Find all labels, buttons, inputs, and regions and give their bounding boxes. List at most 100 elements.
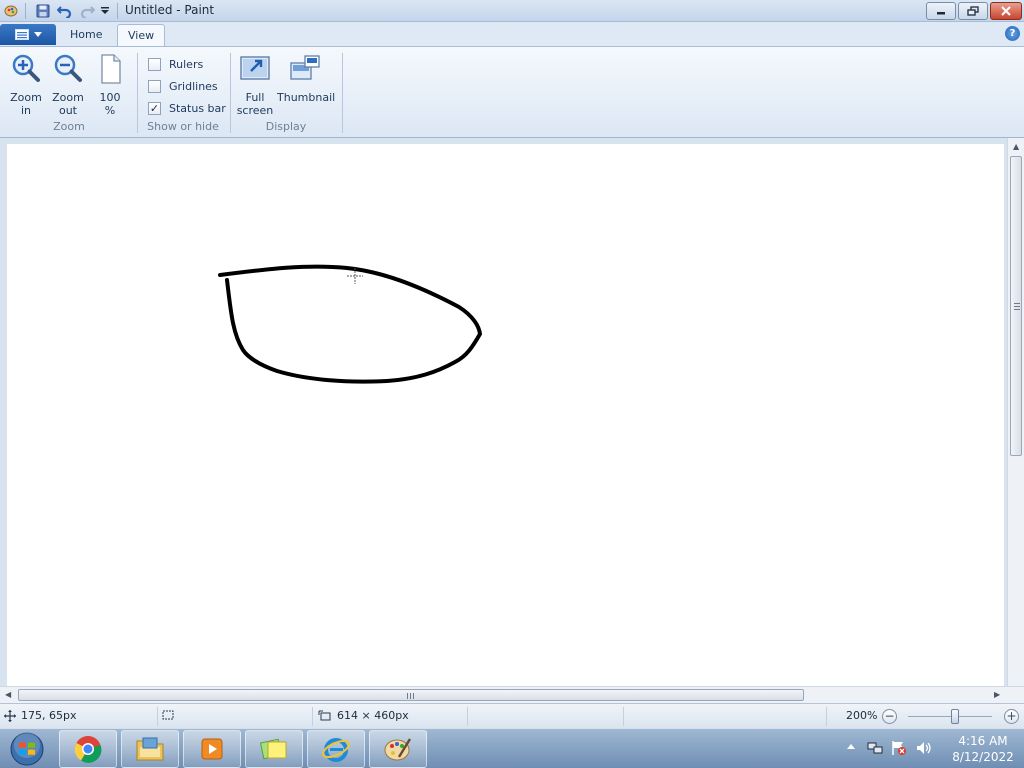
- save-icon[interactable]: [34, 2, 52, 20]
- status-divider: [312, 707, 313, 726]
- paint-app-icon[interactable]: [3, 2, 19, 20]
- volume-icon[interactable]: [915, 740, 933, 759]
- zoom-out-icon: [54, 54, 82, 82]
- tab-view[interactable]: View: [117, 24, 166, 46]
- taskbar-internet-explorer[interactable]: [307, 730, 365, 768]
- close-button[interactable]: [990, 2, 1022, 20]
- taskbar-paint[interactable]: [369, 730, 427, 768]
- image-size-text: 614 × 460px: [337, 709, 409, 722]
- show-or-hide-group: Rulers Gridlines ✓ Status bar Show or hi…: [138, 51, 228, 135]
- selection-size: [161, 709, 175, 721]
- sticky-notes-icon: [259, 738, 287, 760]
- zoom-in-button[interactable]: Zoom in: [6, 53, 46, 117]
- zoom-100-button[interactable]: 100 %: [90, 53, 130, 117]
- customize-qat-icon[interactable]: [98, 2, 112, 20]
- full-screen-icon: [240, 56, 270, 80]
- ribbon-view-panel: Zoom in Zoom out 100 % Zoom Rulers Gridl…: [0, 46, 1024, 138]
- media-player-icon: [201, 738, 223, 760]
- drawing-canvas[interactable]: [7, 144, 1004, 686]
- clock-time[interactable]: 4:16 AM: [946, 734, 1020, 748]
- canvas-drawing: [218, 264, 482, 384]
- zoom-percent: 200%: [846, 709, 878, 722]
- taskbar-media-player[interactable]: [183, 730, 241, 768]
- taskbar: 4:16 AM 8/12/2022: [0, 728, 1024, 768]
- rulers-check-box[interactable]: [148, 57, 161, 71]
- qat-divider: [25, 3, 26, 19]
- horizontal-scrollbar[interactable]: ◀ ▶: [0, 686, 1024, 703]
- page-icon: [101, 54, 121, 84]
- zoom-out-status-button[interactable]: −: [882, 709, 897, 724]
- display-group-label: Display: [265, 120, 307, 133]
- cursor-position-text: 175, 65px: [21, 709, 77, 722]
- status-divider: [157, 707, 158, 726]
- minimize-icon: [937, 12, 945, 15]
- restore-icon: [967, 6, 979, 16]
- zoom-in-label-2: in: [20, 104, 32, 117]
- window-title: Untitled - Paint: [125, 3, 215, 17]
- scroll-left-arrow[interactable]: ◀: [5, 690, 11, 699]
- status-divider: [826, 707, 827, 726]
- zoom-in-icon: [12, 54, 40, 82]
- system-tray: 4:16 AM 8/12/2022: [842, 729, 1024, 768]
- group-divider: [342, 53, 343, 133]
- move-cursor-icon: [4, 709, 16, 722]
- zoom-out-label-1: Zoom: [52, 91, 84, 104]
- thumbnail-button[interactable]: Thumbnail: [277, 53, 336, 115]
- zoom-in-status-button[interactable]: +: [1004, 709, 1019, 724]
- vertical-scrollbar[interactable]: ▲: [1007, 138, 1024, 686]
- chevron-up-icon: [847, 744, 855, 749]
- close-icon: [1001, 6, 1011, 16]
- action-center-icon[interactable]: [891, 740, 907, 759]
- display-group: Full screen Thumbnail Display: [231, 51, 341, 135]
- paint-menu-button[interactable]: [0, 24, 56, 45]
- gridlines-checkbox[interactable]: Gridlines: [148, 77, 218, 95]
- rulers-label: Rulers: [169, 57, 204, 71]
- undo-icon[interactable]: [56, 2, 74, 20]
- status-bar-check-box[interactable]: ✓: [148, 101, 161, 115]
- status-bar: 175, 65px 614 × 460px 200% − +: [0, 703, 1024, 728]
- image-size-icon: [318, 710, 331, 720]
- image-size: 614 × 460px: [318, 709, 409, 722]
- full-screen-button[interactable]: Full screen: [235, 53, 275, 117]
- redo-icon[interactable]: [78, 2, 96, 20]
- show-hidden-icons-button[interactable]: [846, 742, 856, 755]
- zoom-slider-track[interactable]: [908, 716, 992, 717]
- ribbon-tab-bar: Home View ?: [0, 22, 1024, 46]
- zoom-slider-thumb[interactable]: [951, 709, 959, 724]
- status-divider: [467, 707, 468, 726]
- minimize-button[interactable]: [926, 2, 956, 20]
- canvas-workspace: ▲: [0, 138, 1024, 686]
- selection-icon: [162, 710, 174, 720]
- zoom-out-button[interactable]: Zoom out: [48, 53, 88, 117]
- taskbar-chrome[interactable]: [59, 730, 117, 768]
- chrome-icon: [74, 736, 102, 763]
- taskbar-explorer[interactable]: [121, 730, 179, 768]
- paint-palette-icon: [384, 738, 412, 761]
- freehand-stroke[interactable]: [218, 264, 482, 384]
- scroll-up-arrow[interactable]: ▲: [1013, 142, 1019, 151]
- zoom-out-label-2: out: [58, 104, 77, 117]
- scroll-right-arrow[interactable]: ▶: [994, 690, 1000, 699]
- full-screen-label-2: screen: [236, 104, 274, 117]
- title-divider: [117, 3, 118, 19]
- show-or-hide-group-label: Show or hide: [147, 120, 219, 133]
- tab-home[interactable]: Home: [60, 24, 112, 46]
- menu-icon: [14, 29, 29, 40]
- status-bar-checkbox[interactable]: ✓ Status bar: [148, 99, 226, 117]
- title-bar: Untitled - Paint: [0, 0, 1024, 22]
- gridlines-check-box[interactable]: [148, 79, 161, 93]
- thumbnail-label: Thumbnail: [277, 91, 336, 104]
- restore-button[interactable]: [958, 2, 988, 20]
- clock-date[interactable]: 8/12/2022: [946, 750, 1020, 764]
- rulers-checkbox[interactable]: Rulers: [148, 55, 203, 73]
- help-icon[interactable]: ?: [1005, 26, 1020, 41]
- taskbar-sticky-notes[interactable]: [245, 730, 303, 768]
- gridlines-label: Gridlines: [169, 79, 218, 93]
- windows-logo-icon: [10, 732, 44, 766]
- vertical-scroll-thumb[interactable]: [1010, 156, 1022, 456]
- network-icon[interactable]: [867, 740, 883, 759]
- zoom-100-label-1: 100: [99, 91, 121, 104]
- full-screen-label-1: Full: [245, 91, 265, 104]
- start-button[interactable]: [4, 730, 50, 768]
- horizontal-scroll-thumb[interactable]: [18, 689, 804, 701]
